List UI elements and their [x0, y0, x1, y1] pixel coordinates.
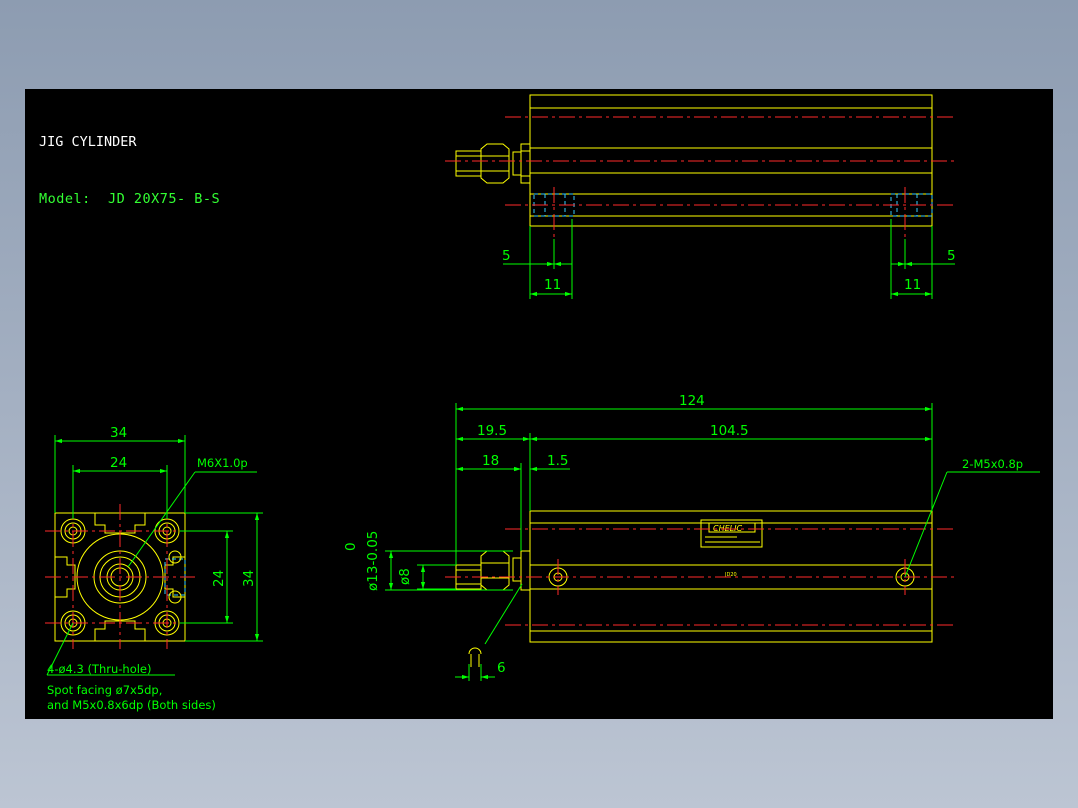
end-holes-note: 4-ø4.3 (Thru-hole): [47, 662, 152, 676]
side-dim-rod-to-face: 18: [482, 453, 499, 469]
end-spot-note-1: Spot facing ø7x5dp,: [47, 683, 162, 697]
end-dim-width-inner: 24: [110, 455, 127, 471]
end-dim-width-outer: 34: [110, 425, 127, 441]
side-port-callout: 2-M5x0.8p: [962, 457, 1023, 471]
label-plate: CHELIC: [700, 519, 763, 548]
top-dim-right-small: 5: [947, 248, 956, 264]
side-dim-flange: 1.5: [547, 453, 568, 469]
top-view: 5 11 5 11: [445, 94, 956, 299]
end-dim-height-inner: 24: [211, 570, 227, 587]
side-dim-rod-extension: 19.5: [477, 423, 507, 439]
side-rod-dia: ø8: [397, 568, 413, 585]
side-rod-tol-top: 0: [343, 542, 359, 551]
cad-drawing-canvas: JIG CYLINDER Model: JD 20X75- B-S 5 11 5…: [25, 89, 1053, 719]
side-dim-body-length: 104.5: [710, 423, 749, 439]
side-rod-tol: ø13-0.05: [365, 531, 381, 591]
top-rod-nut: [480, 143, 510, 184]
end-view: 34 24 34 24 M6X1.0p 4-ø4.3 (Thru-hole) S…: [45, 425, 263, 712]
side-rod-nut: [480, 550, 510, 591]
top-rod-end: [455, 150, 482, 177]
side-dim-overall: 124: [679, 393, 705, 409]
side-dim-wrench: 6: [497, 660, 506, 676]
side-view: CHELIC JD20 124 19.5 104.5 18 1.5 2-M5x0…: [343, 393, 1040, 681]
top-dim-right-large: 11: [904, 277, 921, 293]
drawing-svg: 5 11 5 11 34 24 34 24 M6X1.0p 4-ø4.3 (Th…: [45, 94, 1040, 712]
top-dim-left-small: 5: [502, 248, 511, 264]
top-dim-left-large: 11: [544, 277, 561, 293]
end-dim-height-outer: 34: [241, 570, 257, 587]
wrench-flat-detail: [468, 647, 482, 667]
end-spot-note-2: and M5x0.8x6dp (Both sides): [47, 698, 216, 712]
end-thread-callout: M6X1.0p: [197, 456, 248, 470]
